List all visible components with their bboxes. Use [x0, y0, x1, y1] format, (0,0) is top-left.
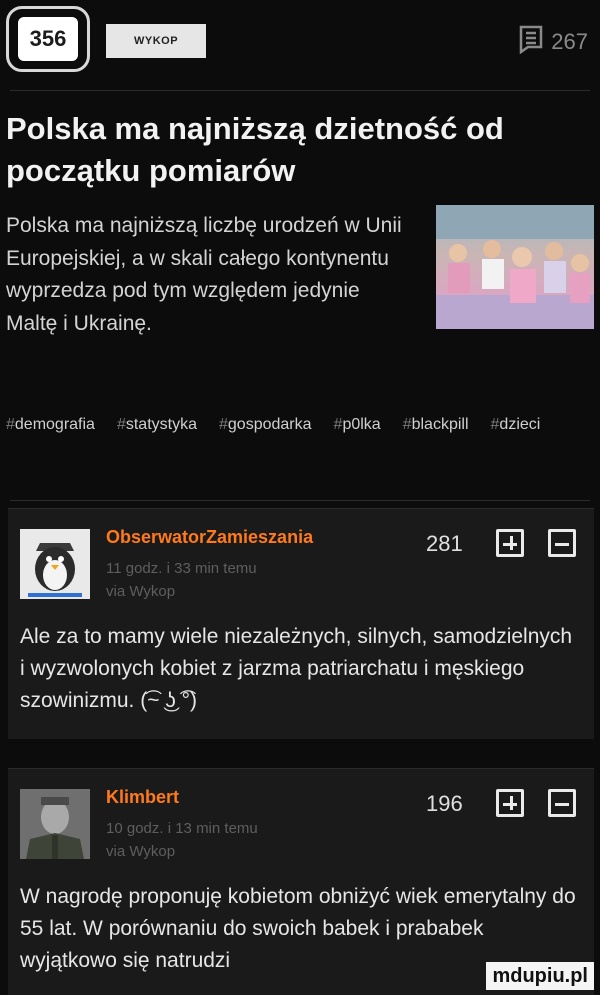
source-tag[interactable]: WYKOP: [106, 24, 206, 58]
plus-icon[interactable]: [496, 529, 524, 557]
comment: Klimbert 10 godz. i 13 min temu via Wyko…: [8, 768, 594, 995]
avatar[interactable]: [20, 789, 90, 859]
comment-time: 11 godz. i 33 min temu: [106, 560, 257, 577]
comment-body: Ale za to mamy wiele niezależnych, silny…: [20, 625, 573, 712]
watermark: mdupiu.pl: [486, 962, 594, 990]
avatar[interactable]: [20, 529, 90, 599]
comment-via[interactable]: via Wykop: [106, 840, 258, 863]
tag[interactable]: #gospodarka: [219, 405, 312, 445]
comments-count[interactable]: 267: [515, 24, 588, 60]
article-title[interactable]: Polska ma najniższą dzietność od początk…: [6, 108, 576, 192]
tag[interactable]: #blackpill: [403, 405, 469, 445]
top-bar: 356 WYKOP 267: [0, 0, 600, 88]
tag[interactable]: #dzieci: [491, 405, 541, 445]
vote-count: 356: [18, 17, 78, 61]
comment-via[interactable]: via Wykop: [106, 580, 257, 603]
comment-time: 10 godz. i 13 min temu: [106, 820, 258, 837]
tag-list: #demografia #statystyka #gospodarka #p0l…: [6, 405, 596, 445]
comment-icon: [515, 24, 545, 60]
tag[interactable]: #demografia: [6, 405, 95, 445]
comment-author[interactable]: ObserwatorZamieszania: [106, 527, 313, 548]
comment-author[interactable]: Klimbert: [106, 787, 179, 808]
upvote-box[interactable]: 356: [6, 6, 90, 72]
minus-icon[interactable]: [548, 789, 576, 817]
comments-number: 267: [551, 29, 588, 54]
comment-meta: 11 godz. i 33 min temu via Wykop: [106, 557, 257, 603]
comment-score: 196: [426, 791, 463, 816]
article-thumbnail[interactable]: [436, 205, 594, 329]
plus-icon[interactable]: [496, 789, 524, 817]
article-description: Polska ma najniższą liczbę urodzeń w Uni…: [6, 214, 402, 335]
divider: [10, 500, 590, 501]
divider: [10, 90, 590, 91]
comment-meta: 10 godz. i 13 min temu via Wykop: [106, 817, 258, 863]
tag[interactable]: #statystyka: [117, 405, 197, 445]
tag[interactable]: #p0lka: [334, 405, 381, 445]
minus-icon[interactable]: [548, 529, 576, 557]
comment: ObserwatorZamieszania 11 godz. i 33 min …: [8, 508, 594, 739]
comment-score: 281: [426, 531, 463, 556]
